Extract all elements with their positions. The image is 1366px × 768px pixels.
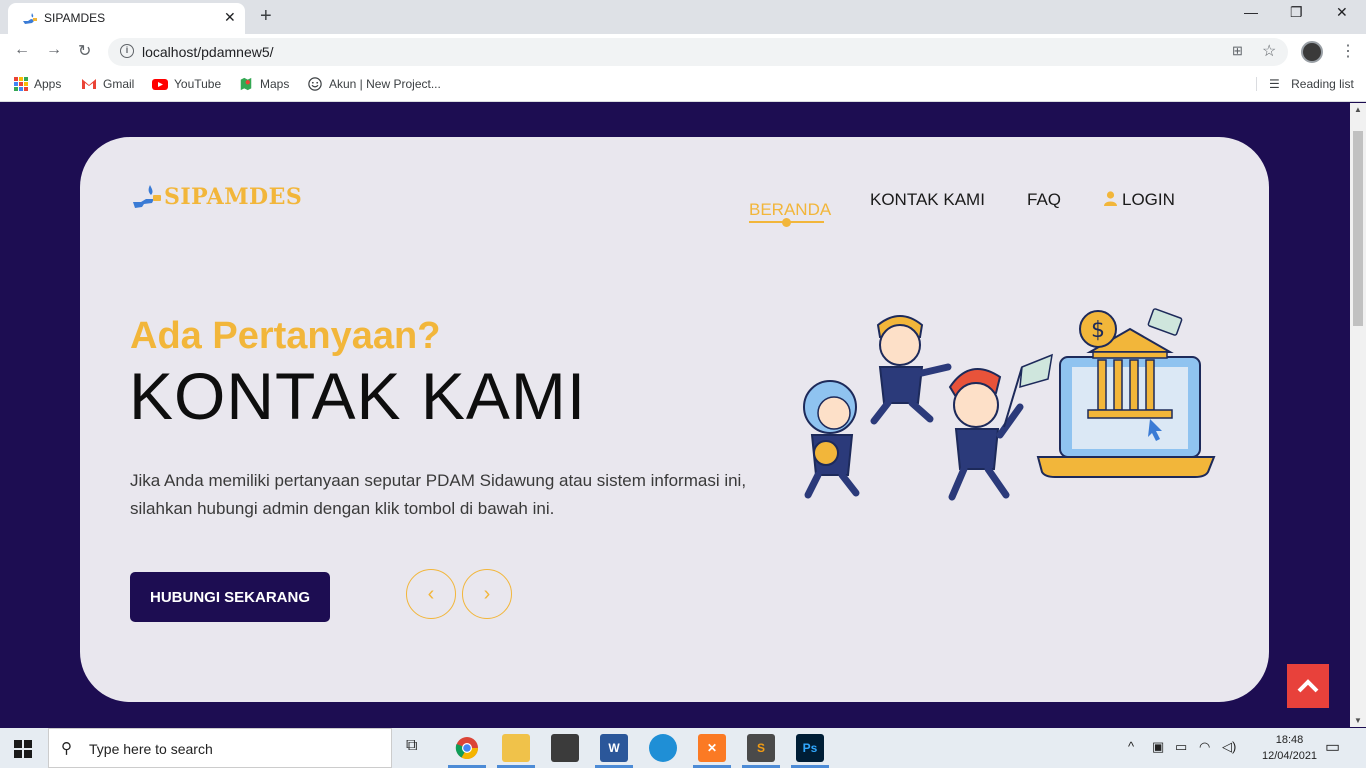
hero-illustration: $ [803, 308, 1216, 501]
taskbar-clock[interactable]: 18:48 12/04/2021 [1262, 732, 1317, 764]
page-scrollbar[interactable]: ▲ ▼ [1350, 103, 1366, 727]
reload-icon[interactable]: ↻ [78, 41, 91, 61]
smiley-icon [308, 77, 322, 91]
slider-next-button[interactable]: › [462, 569, 512, 619]
edge-icon[interactable] [649, 734, 677, 762]
bookmark-label: Apps [34, 77, 62, 91]
chevron-right-icon: › [483, 582, 491, 605]
character-man-flag-icon [948, 353, 1053, 501]
file-explorer-icon[interactable] [502, 734, 530, 762]
minimize-icon[interactable]: — [1244, 4, 1258, 20]
bookmark-akun[interactable]: Akun | New Project... [307, 77, 441, 91]
volume-icon[interactable]: ◁) [1222, 739, 1236, 755]
notifications-icon[interactable]: ▭ [1325, 737, 1340, 757]
battery-icon[interactable]: ▭ [1175, 739, 1187, 755]
browser-tab-bar: SIPAMDES ✕ + — ❐ ✕ [0, 0, 1366, 34]
bookmark-youtube[interactable]: YouTube [152, 77, 221, 91]
site-logo[interactable]: SIPAMDES [132, 183, 302, 211]
store-icon[interactable] [551, 734, 579, 762]
url-text[interactable]: localhost/pdamnew5/ [142, 44, 274, 60]
logo-hand-water-icon [133, 185, 161, 208]
youtube-icon [152, 79, 168, 90]
reading-list-label: Reading list [1291, 77, 1354, 91]
hero-subtitle: Ada Pertanyaan? [130, 315, 441, 357]
browser-toolbar: ← → ↻ i localhost/pdamnew5/ ⊞ ☆ ⋮ [0, 34, 1366, 70]
taskbar-search-box[interactable]: ⚲ Type here to search [48, 728, 392, 768]
bookmark-gmail[interactable]: Gmail [81, 77, 134, 91]
maps-icon [240, 77, 252, 91]
hero-description-line: silahkan hubungi admin dengan klik tombo… [130, 499, 555, 518]
page-viewport: SIPAMDES BERANDA KONTAK KAMI FAQ LOGIN A… [0, 103, 1350, 727]
photoshop-icon[interactable]: Ps [796, 734, 824, 762]
hero-headline: KONTAK KAMI [129, 359, 587, 433]
search-icon: ⚲ [61, 740, 72, 757]
browser-tab[interactable]: SIPAMDES ✕ [8, 3, 245, 34]
hero-card: SIPAMDES BERANDA KONTAK KAMI FAQ LOGIN A… [80, 137, 1269, 702]
site-info-icon[interactable]: i [120, 44, 134, 58]
hubungi-sekarang-button[interactable]: HUBUNGI SEKARANG [130, 572, 330, 622]
windows-start-icon[interactable] [14, 740, 32, 758]
site-favicon-icon [23, 13, 37, 24]
tab-title: SIPAMDES [44, 11, 106, 25]
task-view-icon[interactable]: ⧉ [406, 737, 417, 755]
chevron-left-icon: ‹ [427, 582, 435, 605]
address-bar[interactable]: i localhost/pdamnew5/ ⊞ ☆ [108, 38, 1288, 66]
xampp-icon[interactable]: ✕ [698, 734, 726, 762]
profile-avatar[interactable] [1301, 41, 1323, 63]
clock-date: 12/04/2021 [1262, 750, 1318, 762]
wifi-icon[interactable]: ◠ [1199, 739, 1210, 755]
sublime-text-icon[interactable]: S [747, 734, 775, 762]
gmail-icon [82, 79, 96, 89]
bookmark-maps[interactable]: Maps [238, 77, 289, 91]
nav-login[interactable]: LOGIN [1104, 190, 1175, 210]
slider-prev-button[interactable]: ‹ [406, 569, 456, 619]
windows-taskbar: ⚲ Type here to search ⧉ W ✕ S Ps ^ ▣ ▭ ◠… [0, 728, 1366, 768]
user-icon [1104, 191, 1117, 206]
tab-close-icon[interactable]: ✕ [224, 9, 236, 26]
nav-beranda[interactable]: BERANDA [749, 200, 831, 220]
nav-faq[interactable]: FAQ [1027, 190, 1061, 210]
bookmark-apps[interactable]: Apps [14, 77, 61, 91]
bookmark-label: Akun | New Project... [329, 77, 441, 91]
reading-list-button[interactable]: ☰ Reading list [1256, 77, 1354, 91]
device-icon[interactable]: ▣ [1152, 739, 1164, 755]
chevron-up-icon [1297, 679, 1319, 693]
nav-login-label: LOGIN [1122, 190, 1175, 209]
taskbar-search-placeholder: Type here to search [89, 741, 213, 757]
scrollbar-thumb[interactable] [1353, 131, 1363, 326]
window-close-icon[interactable]: ✕ [1336, 4, 1348, 21]
nav-active-dot [782, 218, 791, 227]
hero-description-line: Jika Anda memiliki pertanyaan seputar PD… [130, 471, 747, 490]
forward-icon[interactable]: → [46, 41, 62, 59]
restore-icon[interactable]: ❐ [1290, 4, 1303, 21]
scroll-to-top-button[interactable] [1287, 664, 1329, 708]
word-icon[interactable]: W [600, 734, 628, 762]
scroll-up-icon[interactable]: ▲ [1354, 105, 1362, 114]
apps-grid-icon [14, 77, 28, 91]
nav-kontak-kami[interactable]: KONTAK KAMI [870, 190, 985, 210]
reading-list-icon: ☰ [1269, 77, 1280, 91]
character-man-glasses-icon [870, 315, 952, 425]
character-girl-icon [803, 380, 860, 499]
logo-text: SIPAMDES [164, 184, 303, 210]
clock-time: 18:48 [1275, 734, 1304, 746]
hero-description: Jika Anda memiliki pertanyaan seputar PD… [130, 467, 770, 523]
bookmark-label: Maps [260, 77, 290, 91]
new-tab-icon[interactable]: + [260, 5, 272, 28]
bookmarks-bar: Apps Gmail YouTube Maps Akun | New Proje… [0, 70, 1366, 102]
chrome-taskbar-icon[interactable] [453, 734, 481, 762]
scroll-down-icon[interactable]: ▼ [1354, 716, 1362, 725]
laptop-bank-icon: $ [1036, 308, 1216, 478]
back-icon[interactable]: ← [14, 41, 30, 59]
browser-menu-icon[interactable]: ⋮ [1340, 41, 1356, 61]
bookmark-label: Gmail [103, 77, 135, 91]
bookmark-label: YouTube [174, 77, 222, 91]
svg-text:$: $ [1091, 318, 1105, 343]
show-hidden-icons-icon[interactable]: ^ [1128, 739, 1134, 754]
bookmark-star-icon[interactable]: ☆ [1262, 41, 1276, 61]
translate-icon[interactable]: ⊞ [1232, 43, 1243, 59]
